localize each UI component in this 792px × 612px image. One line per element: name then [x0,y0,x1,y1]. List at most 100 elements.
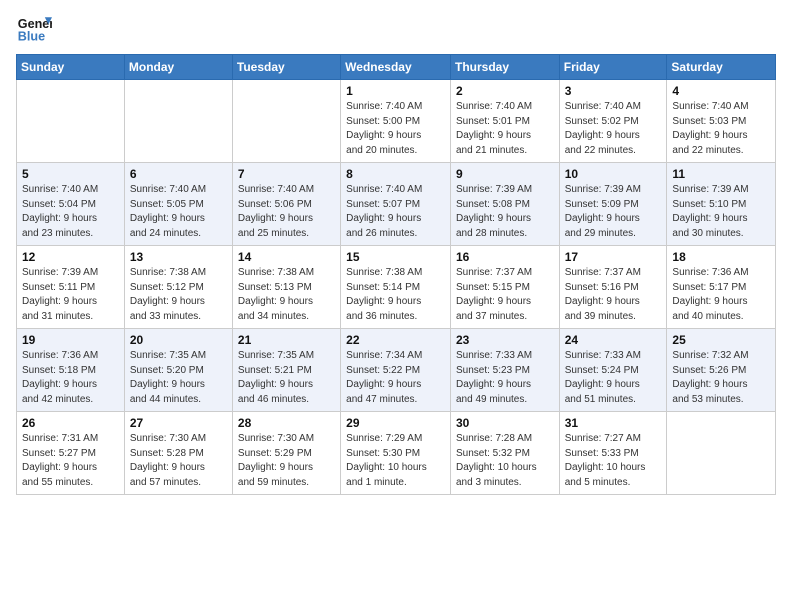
calendar-cell: 18 Sunrise: 7:36 AM Sunset: 5:17 PM Dayli… [667,246,776,329]
day-info: Sunrise: 7:30 AM Sunset: 5:29 PM Dayligh… [238,432,335,490]
calendar-cell: 26Sunrise: 7:31 AM Sunset: 5:27 PM Dayli… [17,412,125,495]
day-info: Sunrise: 7:33 AM Sunset: 5:24 PM Dayligh… [565,349,662,407]
day-number: 29 [346,416,445,430]
day-info: Sunrise: 7:40 AM Sunset: 5:04 PM Dayligh… [22,183,119,241]
day-number: 6 [130,167,227,181]
calendar-cell: 3 Sunrise: 7:40 AM Sunset: 5:02 PM Daylig… [559,80,667,163]
page: General Blue SundayMondayTuesdayWednesda… [0,0,792,511]
calendar-cell: 15 Sunrise: 7:38 AM Sunset: 5:14 PM Dayli… [341,246,451,329]
day-info: Sunrise: 7:32 AM Sunset: 5:26 PM Dayligh… [672,349,770,407]
day-number: 28 [238,416,335,430]
calendar-header-row: SundayMondayTuesdayWednesdayThursdayFrid… [17,55,776,80]
day-number: 30 [456,416,554,430]
calendar-cell: 7 Sunrise: 7:40 AM Sunset: 5:06 PM Daylig… [232,163,340,246]
day-number: 9 [456,167,554,181]
day-info: Sunrise: 7:40 AM Sunset: 5:05 PM Dayligh… [130,183,227,241]
calendar-cell: 25 Sunrise: 7:32 AM Sunset: 5:26 PM Dayli… [667,329,776,412]
day-info: Sunrise: 7:39 AM Sunset: 5:11 PM Dayligh… [22,266,119,324]
calendar-cell: 31Sunrise: 7:27 AM Sunset: 5:33 PM Dayli… [559,412,667,495]
day-info: Sunrise: 7:39 AM Sunset: 5:09 PM Dayligh… [565,183,662,241]
calendar-cell: 2 Sunrise: 7:40 AM Sunset: 5:01 PM Daylig… [450,80,559,163]
day-info: Sunrise: 7:40 AM Sunset: 5:03 PM Dayligh… [672,100,770,158]
day-info: Sunrise: 7:40 AM Sunset: 5:00 PM Dayligh… [346,100,445,158]
day-number: 12 [22,250,119,264]
weekday-header: Monday [124,55,232,80]
calendar-cell: 24 Sunrise: 7:33 AM Sunset: 5:24 PM Dayli… [559,329,667,412]
calendar-cell: 10 Sunrise: 7:39 AM Sunset: 5:09 PM Dayli… [559,163,667,246]
day-number: 1 [346,84,445,98]
calendar-cell: 21 Sunrise: 7:35 AM Sunset: 5:21 PM Dayli… [232,329,340,412]
day-info: Sunrise: 7:40 AM Sunset: 5:01 PM Dayligh… [456,100,554,158]
day-info: Sunrise: 7:38 AM Sunset: 5:12 PM Dayligh… [130,266,227,324]
day-number: 4 [672,84,770,98]
day-info: Sunrise: 7:31 AM Sunset: 5:27 PM Dayligh… [22,432,119,490]
day-info: Sunrise: 7:40 AM Sunset: 5:02 PM Dayligh… [565,100,662,158]
day-number: 13 [130,250,227,264]
calendar-cell: 30Sunrise: 7:28 AM Sunset: 5:32 PM Dayli… [450,412,559,495]
weekday-header: Friday [559,55,667,80]
day-info: Sunrise: 7:40 AM Sunset: 5:06 PM Dayligh… [238,183,335,241]
day-info: Sunrise: 7:33 AM Sunset: 5:23 PM Dayligh… [456,349,554,407]
day-info: Sunrise: 7:37 AM Sunset: 5:16 PM Dayligh… [565,266,662,324]
weekday-header: Wednesday [341,55,451,80]
day-info: Sunrise: 7:37 AM Sunset: 5:15 PM Dayligh… [456,266,554,324]
day-info: Sunrise: 7:27 AM Sunset: 5:33 PM Dayligh… [565,432,662,490]
day-info: Sunrise: 7:36 AM Sunset: 5:17 PM Dayligh… [672,266,770,324]
day-info: Sunrise: 7:35 AM Sunset: 5:21 PM Dayligh… [238,349,335,407]
day-number: 24 [565,333,662,347]
calendar-cell: 8Sunrise: 7:40 AM Sunset: 5:07 PM Daylig… [341,163,451,246]
day-info: Sunrise: 7:35 AM Sunset: 5:20 PM Dayligh… [130,349,227,407]
calendar-cell: 11 Sunrise: 7:39 AM Sunset: 5:10 PM Dayli… [667,163,776,246]
calendar-cell: 9 Sunrise: 7:39 AM Sunset: 5:08 PM Daylig… [450,163,559,246]
weekday-header: Thursday [450,55,559,80]
calendar-cell: 20 Sunrise: 7:35 AM Sunset: 5:20 PM Dayli… [124,329,232,412]
day-number: 19 [22,333,119,347]
calendar-week-row: 12 Sunrise: 7:39 AM Sunset: 5:11 PM Dayli… [17,246,776,329]
logo: General Blue [16,10,56,46]
day-number: 11 [672,167,770,181]
day-info: Sunrise: 7:39 AM Sunset: 5:08 PM Dayligh… [456,183,554,241]
calendar-cell: 5 Sunrise: 7:40 AM Sunset: 5:04 PM Daylig… [17,163,125,246]
header: General Blue [16,10,776,46]
calendar-cell [667,412,776,495]
day-number: 15 [346,250,445,264]
weekday-header: Sunday [17,55,125,80]
day-number: 25 [672,333,770,347]
calendar: SundayMondayTuesdayWednesdayThursdayFrid… [16,54,776,495]
day-info: Sunrise: 7:38 AM Sunset: 5:14 PM Dayligh… [346,266,445,324]
day-number: 10 [565,167,662,181]
day-number: 17 [565,250,662,264]
calendar-cell: 16Sunrise: 7:37 AM Sunset: 5:15 PM Dayli… [450,246,559,329]
logo-icon: General Blue [16,10,52,46]
day-number: 2 [456,84,554,98]
day-number: 5 [22,167,119,181]
calendar-cell [124,80,232,163]
day-info: Sunrise: 7:34 AM Sunset: 5:22 PM Dayligh… [346,349,445,407]
day-info: Sunrise: 7:29 AM Sunset: 5:30 PM Dayligh… [346,432,445,490]
day-number: 18 [672,250,770,264]
calendar-cell: 23 Sunrise: 7:33 AM Sunset: 5:23 PM Dayli… [450,329,559,412]
calendar-week-row: 5 Sunrise: 7:40 AM Sunset: 5:04 PM Daylig… [17,163,776,246]
calendar-cell: 17 Sunrise: 7:37 AM Sunset: 5:16 PM Dayli… [559,246,667,329]
calendar-cell [17,80,125,163]
day-number: 14 [238,250,335,264]
calendar-cell: 12 Sunrise: 7:39 AM Sunset: 5:11 PM Dayli… [17,246,125,329]
calendar-cell: 4 Sunrise: 7:40 AM Sunset: 5:03 PM Daylig… [667,80,776,163]
weekday-header: Tuesday [232,55,340,80]
calendar-week-row: 1 Sunrise: 7:40 AM Sunset: 5:00 PM Daylig… [17,80,776,163]
calendar-cell: 22Sunrise: 7:34 AM Sunset: 5:22 PM Dayli… [341,329,451,412]
day-number: 23 [456,333,554,347]
calendar-week-row: 19Sunrise: 7:36 AM Sunset: 5:18 PM Dayli… [17,329,776,412]
day-number: 3 [565,84,662,98]
day-number: 20 [130,333,227,347]
calendar-cell: 13 Sunrise: 7:38 AM Sunset: 5:12 PM Dayli… [124,246,232,329]
calendar-cell: 14Sunrise: 7:38 AM Sunset: 5:13 PM Dayli… [232,246,340,329]
day-number: 21 [238,333,335,347]
calendar-cell: 19Sunrise: 7:36 AM Sunset: 5:18 PM Dayli… [17,329,125,412]
calendar-cell: 28 Sunrise: 7:30 AM Sunset: 5:29 PM Dayli… [232,412,340,495]
day-number: 7 [238,167,335,181]
day-info: Sunrise: 7:39 AM Sunset: 5:10 PM Dayligh… [672,183,770,241]
day-number: 8 [346,167,445,181]
calendar-cell [232,80,340,163]
calendar-cell: 27Sunrise: 7:30 AM Sunset: 5:28 PM Dayli… [124,412,232,495]
